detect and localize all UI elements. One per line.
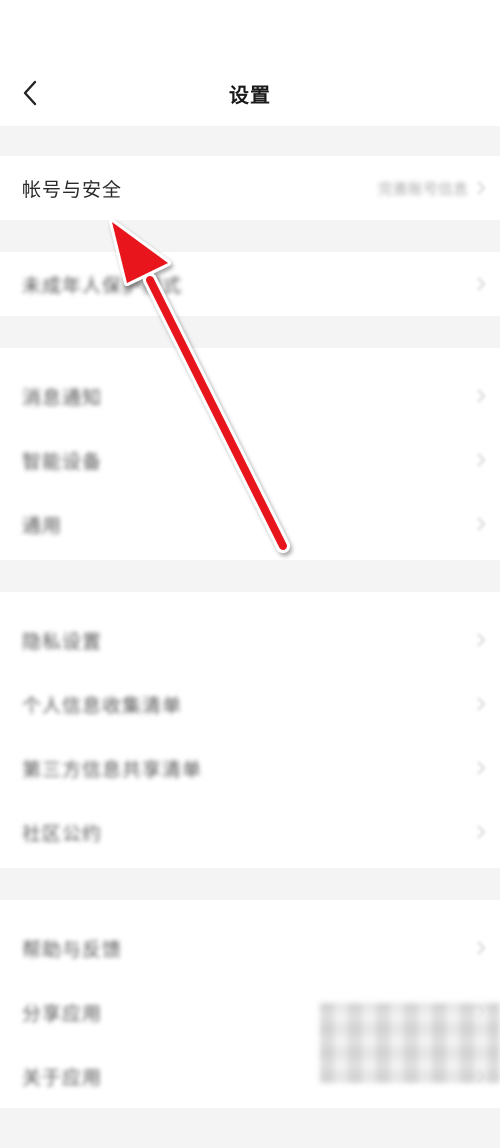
item-label: 隐私设置 <box>22 630 103 653</box>
chevron-right-icon <box>477 697 486 711</box>
section-gap <box>0 316 500 348</box>
chevron-right-icon <box>477 181 486 195</box>
item-label: 帮助与反馈 <box>22 938 123 961</box>
item-label: 智能设备 <box>22 450 103 473</box>
chevron-right-icon <box>477 761 486 775</box>
section-gap <box>0 1108 500 1148</box>
settings-item-general[interactable]: 通用 <box>0 492 500 556</box>
item-label: 关于应用 <box>22 1066 103 1089</box>
nav-bar: 设置 <box>0 60 500 126</box>
chevron-right-icon <box>477 389 486 403</box>
item-label: 个人信息收集清单 <box>22 694 183 717</box>
chevron-right-icon <box>477 941 486 955</box>
item-label: 第三方信息共享清单 <box>22 758 203 781</box>
group-padding <box>0 592 500 608</box>
settings-item-minor-protection[interactable]: 未成年人保护模式 <box>0 252 500 316</box>
settings-item-personal-info-list[interactable]: 个人信息收集清单 <box>0 672 500 736</box>
item-value: 完善账号信息 <box>377 179 468 198</box>
section-gap <box>0 126 500 156</box>
back-button[interactable] <box>10 69 50 117</box>
item-label: 消息通知 <box>22 386 103 409</box>
item-label: 社区公约 <box>22 822 103 845</box>
item-label: 分享应用 <box>22 1002 103 1025</box>
section-gap <box>0 868 500 900</box>
page-title: 设置 <box>229 82 271 107</box>
item-label: 通用 <box>22 514 63 537</box>
item-label: 未成年人保护模式 <box>22 274 183 297</box>
settings-item-notifications[interactable]: 消息通知 <box>0 364 500 428</box>
group-padding <box>0 900 500 916</box>
settings-item-privacy[interactable]: 隐私设置 <box>0 608 500 672</box>
section-gap <box>0 220 500 252</box>
watermark-blur <box>320 1003 500 1083</box>
chevron-left-icon <box>23 80 37 106</box>
status-bar <box>0 0 500 60</box>
group-padding <box>0 348 500 364</box>
settings-item-help-feedback[interactable]: 帮助与反馈 <box>0 916 500 980</box>
chevron-right-icon <box>477 453 486 467</box>
section-gap <box>0 560 500 592</box>
chevron-right-icon <box>477 633 486 647</box>
settings-item-community-rules[interactable]: 社区公约 <box>0 800 500 864</box>
item-label: 帐号与安全 <box>22 178 123 201</box>
settings-item-smart-devices[interactable]: 智能设备 <box>0 428 500 492</box>
chevron-right-icon <box>477 825 486 839</box>
chevron-right-icon <box>477 517 486 531</box>
settings-item-third-party-sharing[interactable]: 第三方信息共享清单 <box>0 736 500 800</box>
settings-item-account-security[interactable]: 帐号与安全 完善账号信息 <box>0 156 500 220</box>
chevron-right-icon <box>477 277 486 291</box>
